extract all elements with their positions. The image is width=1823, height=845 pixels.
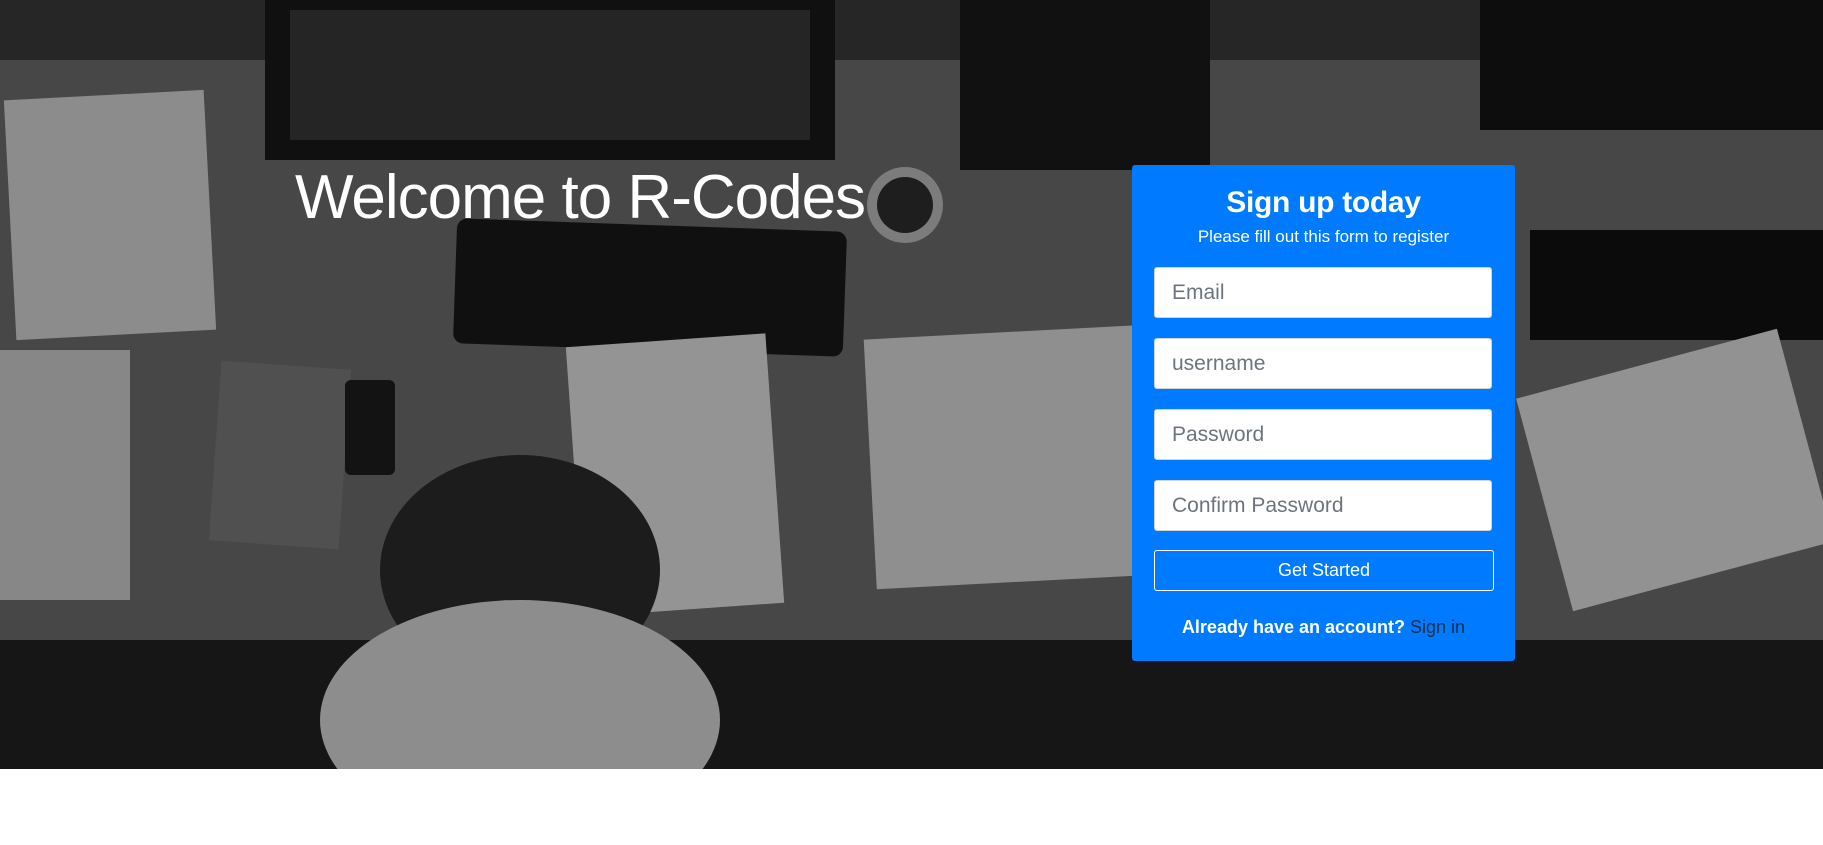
signin-link[interactable]: Sign in bbox=[1410, 617, 1465, 637]
confirm-password-field[interactable] bbox=[1154, 480, 1492, 531]
account-prompt-text: Already have an account? bbox=[1181, 617, 1405, 637]
signup-card: Sign up today Please fill out this form … bbox=[1132, 165, 1515, 661]
signup-title: Sign up today bbox=[1226, 186, 1421, 219]
signup-subtitle: Please fill out this form to register bbox=[1197, 227, 1450, 246]
password-field[interactable] bbox=[1154, 409, 1492, 460]
username-field[interactable] bbox=[1154, 338, 1492, 389]
hero-dark-overlay bbox=[0, 0, 1823, 769]
hero-section: Welcome to R-Codes bbox=[0, 0, 1823, 769]
get-started-button[interactable]: Get Started bbox=[1154, 550, 1494, 591]
email-field[interactable] bbox=[1154, 267, 1492, 318]
signin-prompt: Already have an account? Sign in bbox=[1154, 617, 1493, 638]
hero-heading: Welcome to R-Codes bbox=[295, 163, 866, 232]
